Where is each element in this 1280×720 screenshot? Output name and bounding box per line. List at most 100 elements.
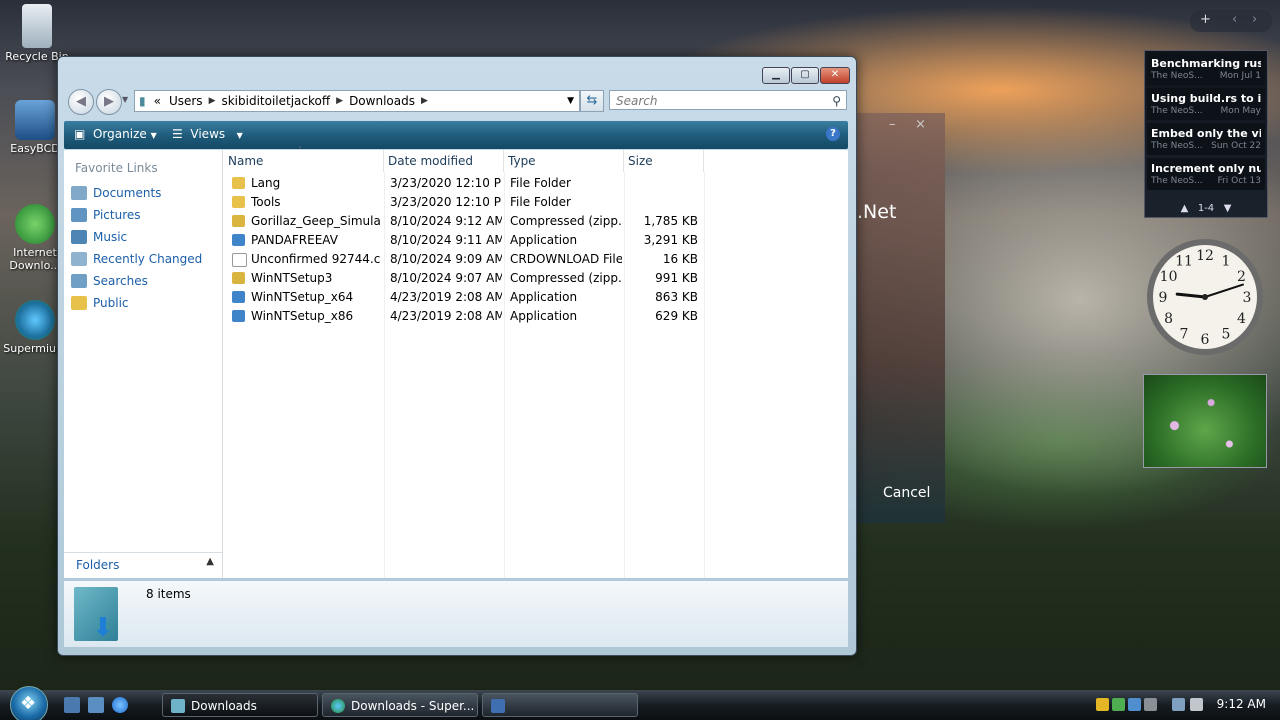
views-icon: ☰ (172, 127, 183, 141)
tray-icon[interactable] (1128, 698, 1141, 711)
explorer-window: ▁ ▢ ✕ ◀ ▶ ▼ ▮ « Users ▶ skibiditoiletjack… (57, 56, 857, 656)
nav-item-music[interactable]: Music (71, 228, 127, 246)
file-row[interactable]: Unconfirmed 92744.cr... 8/10/2024 9:09 AM… (224, 250, 704, 269)
navigation-pane: Favorite Links Documents Pictures Music … (64, 150, 223, 578)
file-date-modified: 4/23/2019 2:08 AM (390, 290, 502, 304)
file-row[interactable]: WinNTSetup3 8/10/2024 9:07 AM Compressed (… (224, 269, 704, 288)
sort-ascending-icon: ˆ (298, 146, 302, 155)
close-icon[interactable]: × (915, 117, 926, 132)
chevron-right-icon[interactable]: ▶ (334, 96, 345, 106)
switch-windows-icon[interactable] (88, 697, 104, 713)
refresh-button[interactable]: ⇆ (580, 90, 604, 112)
public-folder-icon (71, 296, 87, 310)
file-row[interactable]: Gorillaz_Geep_Simulator 8/10/2024 9:12 AM… (224, 212, 704, 231)
folders-toggle[interactable]: Folders ▲ (64, 552, 222, 579)
clock-numeral: 2 (1237, 269, 1246, 285)
nav-item-pictures[interactable]: Pictures (71, 206, 141, 224)
tray-icon[interactable] (1144, 698, 1157, 711)
address-bar[interactable]: ▮ « Users ▶ skibiditoiletjackoff ▶ Downloa… (134, 90, 580, 112)
previous-icon[interactable]: ‹ (1232, 12, 1237, 27)
maximize-button[interactable]: ▢ (791, 67, 819, 84)
taskbar-item-app[interactable] (482, 693, 638, 717)
chevron-right-icon[interactable]: ▶ (207, 96, 218, 106)
pictures-icon (71, 208, 87, 222)
feed-item[interactable]: Benchmarking rust c... The NeoS... Mon J… (1147, 53, 1265, 85)
file-name: Tools (251, 195, 281, 209)
background-dialog: – × .Net Cancel (855, 113, 945, 523)
dialog-text: .Net (857, 201, 897, 223)
breadcrumb-users[interactable]: Users (165, 94, 207, 108)
column-header-name[interactable]: Name (224, 150, 384, 172)
taskbar-item-downloads[interactable]: Downloads (162, 693, 318, 717)
system-clock[interactable]: 9:12 AM (1217, 697, 1266, 711)
search-icon[interactable]: ⚲ (832, 91, 841, 111)
up-arrow-icon[interactable]: ▲ (1181, 203, 1189, 214)
address-dropdown-icon[interactable]: ▼ (562, 96, 579, 106)
organize-button[interactable]: ▣ Organize ▼ (74, 127, 157, 141)
details-pane: 8 items (64, 581, 848, 647)
breadcrumb-downloads[interactable]: Downloads (345, 94, 419, 108)
nav-item-searches[interactable]: Searches (71, 272, 148, 290)
network-icon[interactable] (1172, 698, 1185, 711)
search-placeholder: Search (616, 94, 658, 108)
clock-numeral: 9 (1159, 290, 1168, 306)
content-area: Favorite Links Documents Pictures Music … (64, 146, 848, 578)
breadcrumb-user[interactable]: skibiditoiletjackoff (217, 94, 334, 108)
minimize-icon[interactable]: – (889, 117, 896, 132)
file-row[interactable]: WinNTSetup_x86 4/23/2019 2:08 AM Applicati… (224, 307, 704, 326)
music-icon (71, 230, 87, 244)
column-header-type[interactable]: Type (504, 150, 624, 172)
feed-item[interactable]: Embed only the vide... The NeoS... Sun O… (1147, 123, 1265, 155)
start-button[interactable] (10, 686, 48, 720)
breadcrumb-overflow[interactable]: « (150, 94, 165, 108)
taskbar-item-supermium[interactable]: Downloads - Super... (322, 693, 478, 717)
column-header-date-modified[interactable]: Date modified (384, 150, 504, 172)
file-list: Name ˆ Date modified Type Size Lang 3/23/… (224, 146, 848, 578)
folder-icon (171, 699, 185, 713)
clock-numeral: 8 (1164, 311, 1173, 327)
down-arrow-icon[interactable]: ▼ (1224, 203, 1232, 214)
recent-pages-dropdown-icon[interactable]: ▼ (122, 95, 128, 104)
feed-pager: ▲ 1-4 ▼ (1145, 203, 1267, 214)
cancel-button[interactable]: Cancel (883, 485, 930, 501)
feed-item[interactable]: Using build.rs to inte... The NeoS... Mo… (1147, 88, 1265, 120)
tray-icon[interactable] (1112, 698, 1125, 711)
forward-button[interactable]: ▶ (96, 89, 122, 115)
minimize-button[interactable]: ▁ (762, 67, 790, 84)
views-button[interactable]: ☰ Views ▼ (172, 127, 243, 141)
help-icon[interactable]: ? (826, 127, 840, 141)
nav-item-public[interactable]: Public (71, 294, 129, 312)
desktop-icon-label: Internet Downlo... (9, 246, 61, 272)
show-desktop-icon[interactable] (64, 697, 80, 713)
favorite-links-heading: Favorite Links (75, 161, 158, 175)
column-header-size[interactable]: Size (624, 150, 704, 172)
file-row[interactable]: WinNTSetup_x64 4/23/2019 2:08 AM Applicati… (224, 288, 704, 307)
taskbar: Downloads Downloads - Super... 9:12 AM (0, 686, 1280, 720)
search-input[interactable]: Search ⚲ (609, 90, 847, 110)
desktop-icon-recycle-bin[interactable]: Recycle Bin (2, 4, 72, 63)
recycle-bin-icon (22, 4, 52, 48)
supermium-icon (15, 300, 55, 340)
add-gadget-icon[interactable]: + (1200, 12, 1211, 27)
file-size: 629 KB (655, 309, 698, 323)
file-date-modified: 3/23/2020 12:10 PM (390, 195, 502, 209)
file-size: 863 KB (655, 290, 698, 304)
internet-explorer-icon[interactable] (112, 697, 128, 713)
navigation-row: ◀ ▶ ▼ ▮ « Users ▶ skibiditoiletjackoff ▶ D… (66, 87, 848, 115)
file-row[interactable]: PANDAFREEAV 8/10/2024 9:11 AM Application 3… (224, 231, 704, 250)
nav-item-documents[interactable]: Documents (71, 184, 161, 202)
file-row[interactable]: Tools 3/23/2020 12:10 PM File Folder (224, 193, 704, 212)
feed-item[interactable]: Increment only num... The NeoS... Fri Oc… (1147, 158, 1265, 190)
desktop-icon-label: EasyBCD (10, 142, 60, 155)
file-row[interactable]: Lang 3/23/2020 12:10 PM File Folder (224, 174, 704, 193)
security-warning-icon[interactable] (1096, 698, 1109, 711)
next-icon[interactable]: › (1252, 12, 1257, 27)
volume-muted-icon[interactable] (1190, 698, 1203, 711)
file-name: Gorillaz_Geep_Simulator (251, 214, 381, 228)
file-name: Unconfirmed 92744.cr... (251, 252, 381, 266)
nav-item-recently-changed[interactable]: Recently Changed (71, 250, 202, 268)
back-button[interactable]: ◀ (68, 89, 94, 115)
slideshow-gadget[interactable] (1143, 374, 1267, 468)
close-button[interactable]: ✕ (820, 67, 850, 84)
chevron-right-icon[interactable]: ▶ (419, 96, 430, 106)
